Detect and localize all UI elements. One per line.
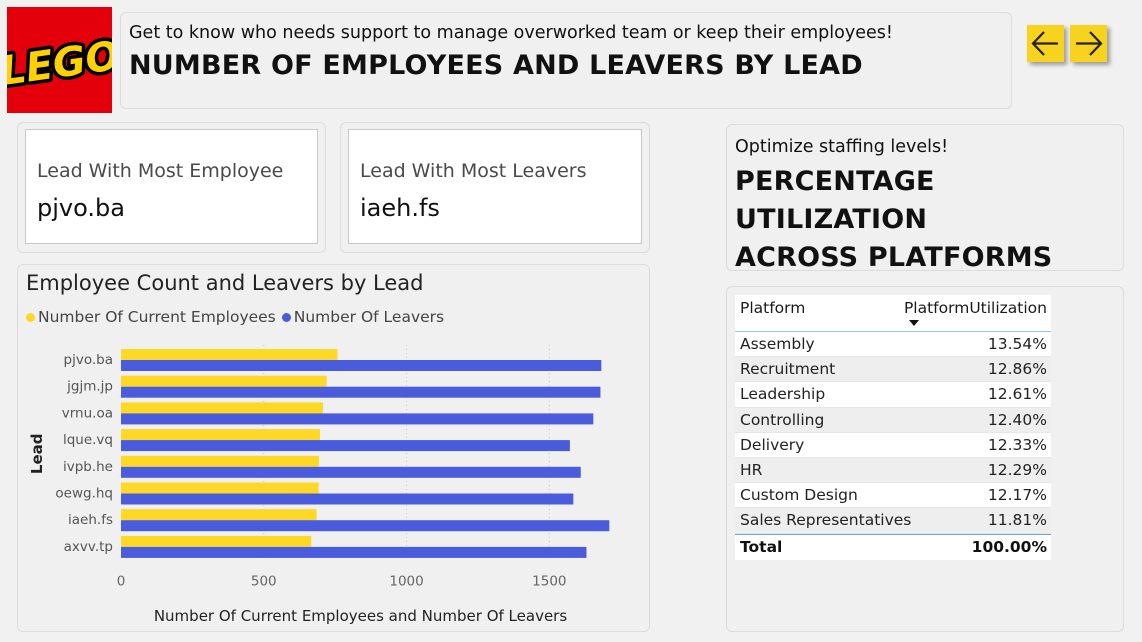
bar-leavers [121,520,610,532]
bar-employees [121,482,319,494]
column-header-platform[interactable]: Platform [740,299,805,317]
total-value: 100.00% [971,537,1047,556]
bar-employees [121,375,327,387]
legend-label: Number Of Current Employees [38,308,276,326]
cell-utilization: 12.33% [987,435,1047,454]
bar-employees [121,509,317,521]
x-tick-label: 1500 [532,574,566,590]
utilization-title-line: ACROSS PLATFORMS [735,242,1053,273]
bar-leavers [121,386,601,398]
bar-leavers [121,546,587,558]
chart-legend: Number Of Current Employees Number Of Le… [26,308,450,326]
table-row: Recruitment 12.86% [735,357,1051,383]
cell-platform: Sales Representatives [740,511,912,530]
x-axis-title: Number Of Current Employees and Number O… [154,607,568,625]
kpi-value: pjvo.ba [37,194,125,222]
table-row: Controlling 12.40% [735,407,1051,433]
y-tick-label: axvv.tp [64,539,113,555]
total-label: Total [740,537,783,556]
kpi-card-most-leavers: Lead With Most Leavers iaeh.fs [348,129,642,244]
cell-utilization: 11.81% [987,511,1047,530]
y-tick-label: jgjm.jp [66,379,113,395]
y-tick-label: ivpb.he [63,459,113,475]
legend-dot-icon [26,312,35,322]
legend-item-leavers[interactable]: Number Of Leavers [281,308,445,326]
sort-descending-icon [909,320,919,326]
x-tick-label: 500 [251,574,277,590]
utilization-title-line: PERCENTAGE UTILIZATION [735,166,935,235]
y-tick-label: vrnu.oa [62,405,113,421]
kpi-label: Lead With Most Employee [37,160,284,182]
arrow-left-icon [1031,31,1058,56]
kpi-card-most-employee: Lead With Most Employee pjvo.ba [25,129,318,244]
cell-utilization: 12.40% [987,410,1047,429]
cell-utilization: 13.54% [987,335,1047,353]
cell-platform: Delivery [740,435,805,454]
cell-utilization: 12.61% [987,385,1047,404]
utilization-header-card: Optimize staffing levels! PERCENTAGE UTI… [726,124,1124,273]
table-row: Delivery 12.33% [735,432,1051,458]
cell-platform: Controlling [740,410,825,429]
cell-platform: Assembly [740,335,815,353]
utilization-table-card: Platform PlatformUtilization Assembly 13.… [726,286,1124,632]
bar-leavers [121,440,570,452]
kpi-label: Lead With Most Leavers [360,160,587,182]
bar-employees [121,429,321,441]
cell-platform: HR [740,460,763,479]
header-card: Get to know who needs support to manage … [120,12,1012,109]
bar-employees [121,455,319,467]
bar-leavers [121,493,574,505]
table-row: HR 12.29% [735,457,1051,484]
column-header-utilization[interactable]: PlatformUtilization [904,299,1047,317]
chart-card: pjvo.ba jgjm.jp vrnu.oa lque.vq ivpb.he oewg.… [17,264,650,632]
cell-utilization: 12.86% [987,360,1047,379]
x-tick-label: 1000 [389,574,423,590]
y-axis-title: Lead [28,434,46,475]
table-total-row: Total 100.00% [735,533,1051,560]
utilization-table: Platform PlatformUtilization Assembly 13.… [735,295,1051,560]
svg-text:LEGO: LEGO [7,33,112,95]
back-button[interactable] [1027,25,1064,62]
bar-employees [121,535,312,547]
utilization-subtitle: Optimize staffing levels! [735,137,949,157]
page-title: NUMBER OF EMPLOYEES AND LEAVERS BY LEAD [129,50,863,81]
table-row: Sales Representatives 11.81% [735,508,1051,534]
arrow-right-icon [1076,31,1103,56]
lego-logo: LEGO [0,7,126,113]
table-row: Custom Design 12.17% [735,483,1051,509]
cell-platform: Leadership [740,385,826,404]
forward-button[interactable] [1070,25,1107,62]
bar-leavers [121,413,594,425]
y-tick-label: pjvo.ba [64,352,113,368]
cell-platform: Recruitment [740,360,836,379]
chart-title: Employee Count and Leavers by Lead [26,271,424,295]
cell-platform: Custom Design [740,486,858,505]
header-subtitle: Get to know who needs support to manage … [129,23,893,43]
table-row: Leadership 12.61% [735,382,1051,408]
bar-employees [121,402,323,414]
y-tick-label: lque.vq [63,432,113,448]
legend-item-employees[interactable]: Number Of Current Employees [26,308,276,326]
cell-utilization: 12.17% [987,486,1047,505]
bar-employees [121,349,338,360]
bar-leavers [121,360,602,371]
x-tick-label: 0 [117,574,126,590]
y-tick-label: oewg.hq [55,486,113,502]
bar-leavers [121,466,581,478]
legend-label: Number Of Leavers [293,308,445,326]
table-header: Platform PlatformUtilization [735,295,1051,332]
utilization-title: PERCENTAGE UTILIZATION ACROSS PLATFORMS [735,163,1123,277]
table-row: Assembly 13.54% [735,332,1051,358]
y-tick-label: iaeh.fs [68,512,113,528]
table-body: Assembly 13.54% Recruitment 12.86% Leaders… [735,332,1051,534]
kpi-value: iaeh.fs [360,194,440,222]
cell-utilization: 12.29% [987,460,1047,479]
legend-dot-icon [281,312,291,322]
